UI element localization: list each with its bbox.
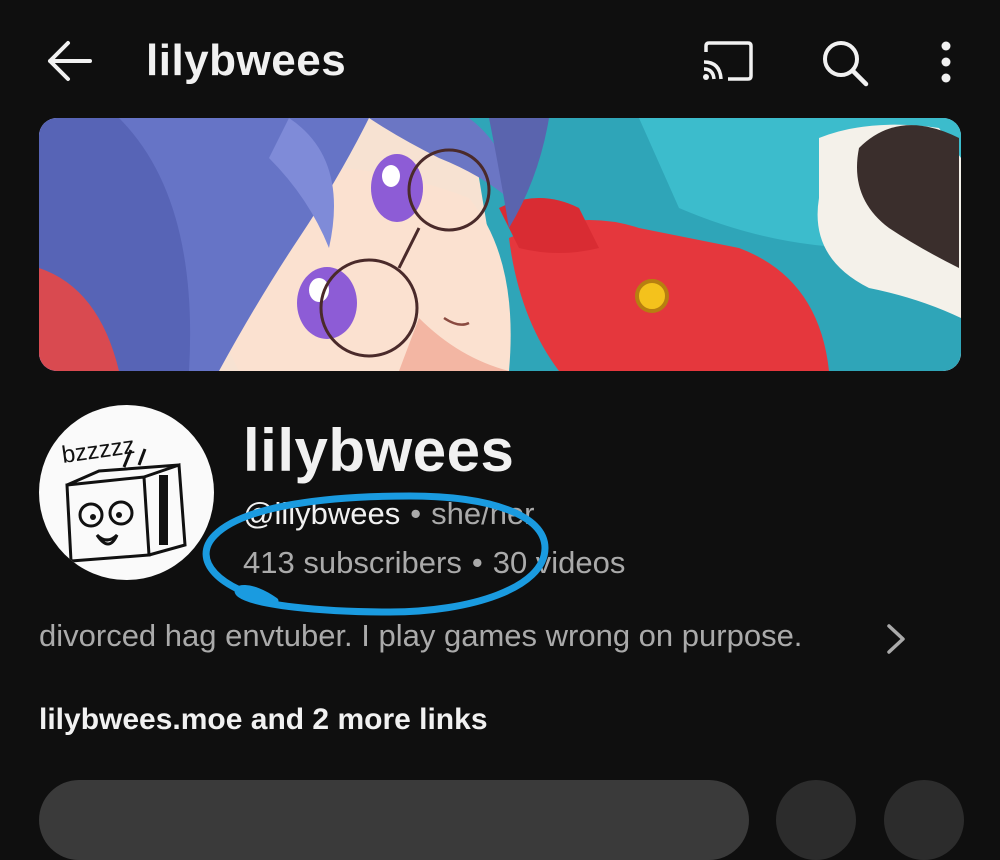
arrow-left-icon	[48, 41, 92, 81]
channel-banner	[39, 118, 961, 371]
more-options-button[interactable]	[928, 38, 964, 88]
description-expand-button[interactable]	[884, 622, 908, 656]
subscribe-button[interactable]	[39, 780, 749, 860]
search-icon	[823, 41, 869, 87]
chevron-right-icon	[887, 624, 905, 654]
action-button[interactable]	[776, 780, 856, 860]
channel-links[interactable]: lilybwees.moe and 2 more links	[39, 703, 488, 737]
cast-icon	[703, 41, 753, 81]
channel-pronouns: she/her	[431, 496, 535, 531]
channel-handle-line: @lilybwees • she/her	[243, 496, 535, 532]
channel-name: lilybwees	[243, 417, 515, 484]
channel-handle: @lilybwees	[243, 496, 401, 531]
top-app-bar: lilybwees	[0, 0, 1000, 120]
search-button[interactable]	[820, 38, 870, 88]
avatar-drawing: bzzzzz	[60, 432, 187, 563]
separator-dot: •	[471, 545, 483, 580]
more-vertical-icon	[941, 41, 951, 83]
action-button[interactable]	[884, 780, 964, 860]
video-count: 30 videos	[492, 545, 626, 580]
channel-description[interactable]: divorced hag envtuber. I play games wron…	[39, 618, 939, 654]
subscriber-count: 413 subscribers	[243, 545, 462, 580]
page-title: lilybwees	[146, 36, 347, 85]
channel-stats-line: 413 subscribers • 30 videos	[243, 545, 625, 581]
banner-artwork	[39, 118, 961, 371]
back-button[interactable]	[44, 38, 94, 84]
channel-avatar[interactable]: bzzzzz	[39, 405, 214, 580]
cast-button[interactable]	[700, 40, 754, 82]
separator-dot: •	[410, 496, 422, 531]
